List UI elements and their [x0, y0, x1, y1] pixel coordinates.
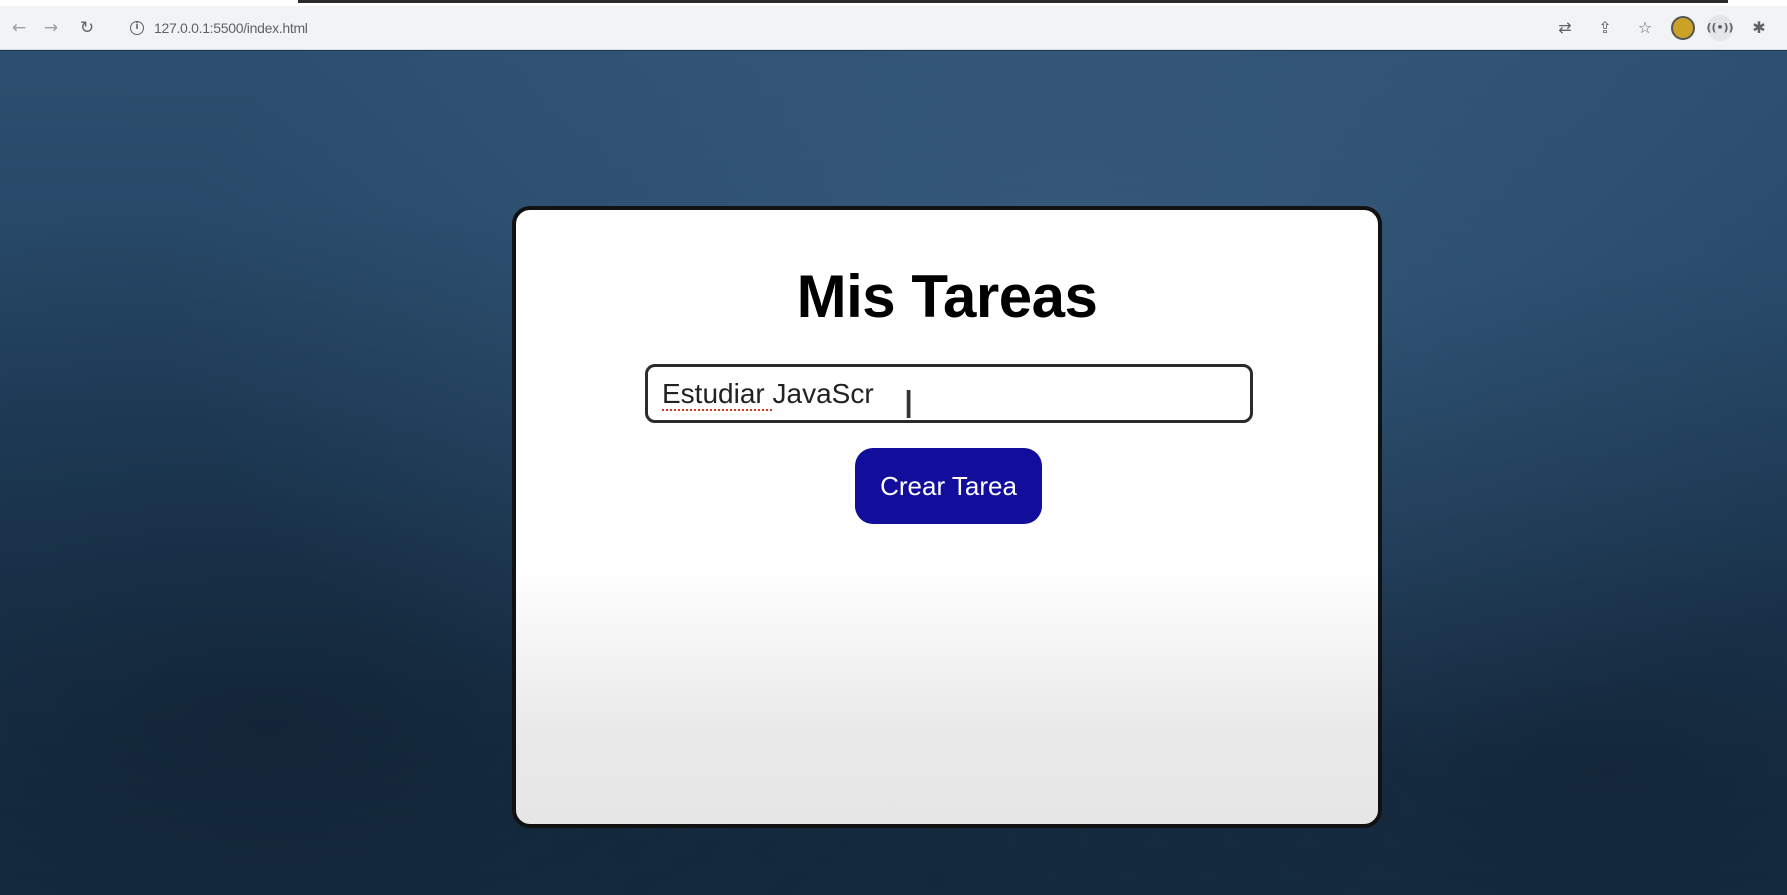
browser-toolbar: ← → ↻ i 127.0.0.1:5500/index.html ⇄ ⇪ ☆ …	[0, 6, 1787, 50]
forward-icon[interactable]: →	[38, 15, 64, 41]
reload-icon[interactable]: ↻	[74, 15, 100, 41]
page-title: Mis Tareas	[796, 263, 1098, 330]
address-url[interactable]: 127.0.0.1:5500/index.html	[154, 20, 308, 36]
toolbar-icons: ⇄ ⇪ ☆ ((•)) ✱	[1539, 14, 1773, 42]
title-bar-fragment	[298, 0, 1728, 3]
translate-icon[interactable]: ⇄	[1551, 14, 1579, 42]
back-icon[interactable]: ←	[6, 15, 32, 41]
create-task-button[interactable]: Crear Tarea	[855, 448, 1042, 524]
info-icon[interactable]: i	[130, 20, 144, 35]
profile-icon[interactable]	[1671, 15, 1695, 40]
text-cursor-icon: I	[903, 383, 915, 427]
media-icon[interactable]: ((•))	[1706, 14, 1734, 41]
tasks-card: Mis Tareas I Crear Tarea	[512, 206, 1382, 828]
page-background: Mis Tareas I Crear Tarea	[0, 51, 1787, 895]
spellcheck-underline	[662, 408, 772, 411]
extensions-icon[interactable]: ✱	[1745, 14, 1773, 42]
task-input[interactable]	[645, 364, 1253, 423]
share-icon[interactable]: ⇪	[1591, 14, 1619, 42]
address-bar[interactable]: i 127.0.0.1:5500/index.html	[118, 11, 1508, 44]
star-icon[interactable]: ☆	[1631, 14, 1659, 42]
